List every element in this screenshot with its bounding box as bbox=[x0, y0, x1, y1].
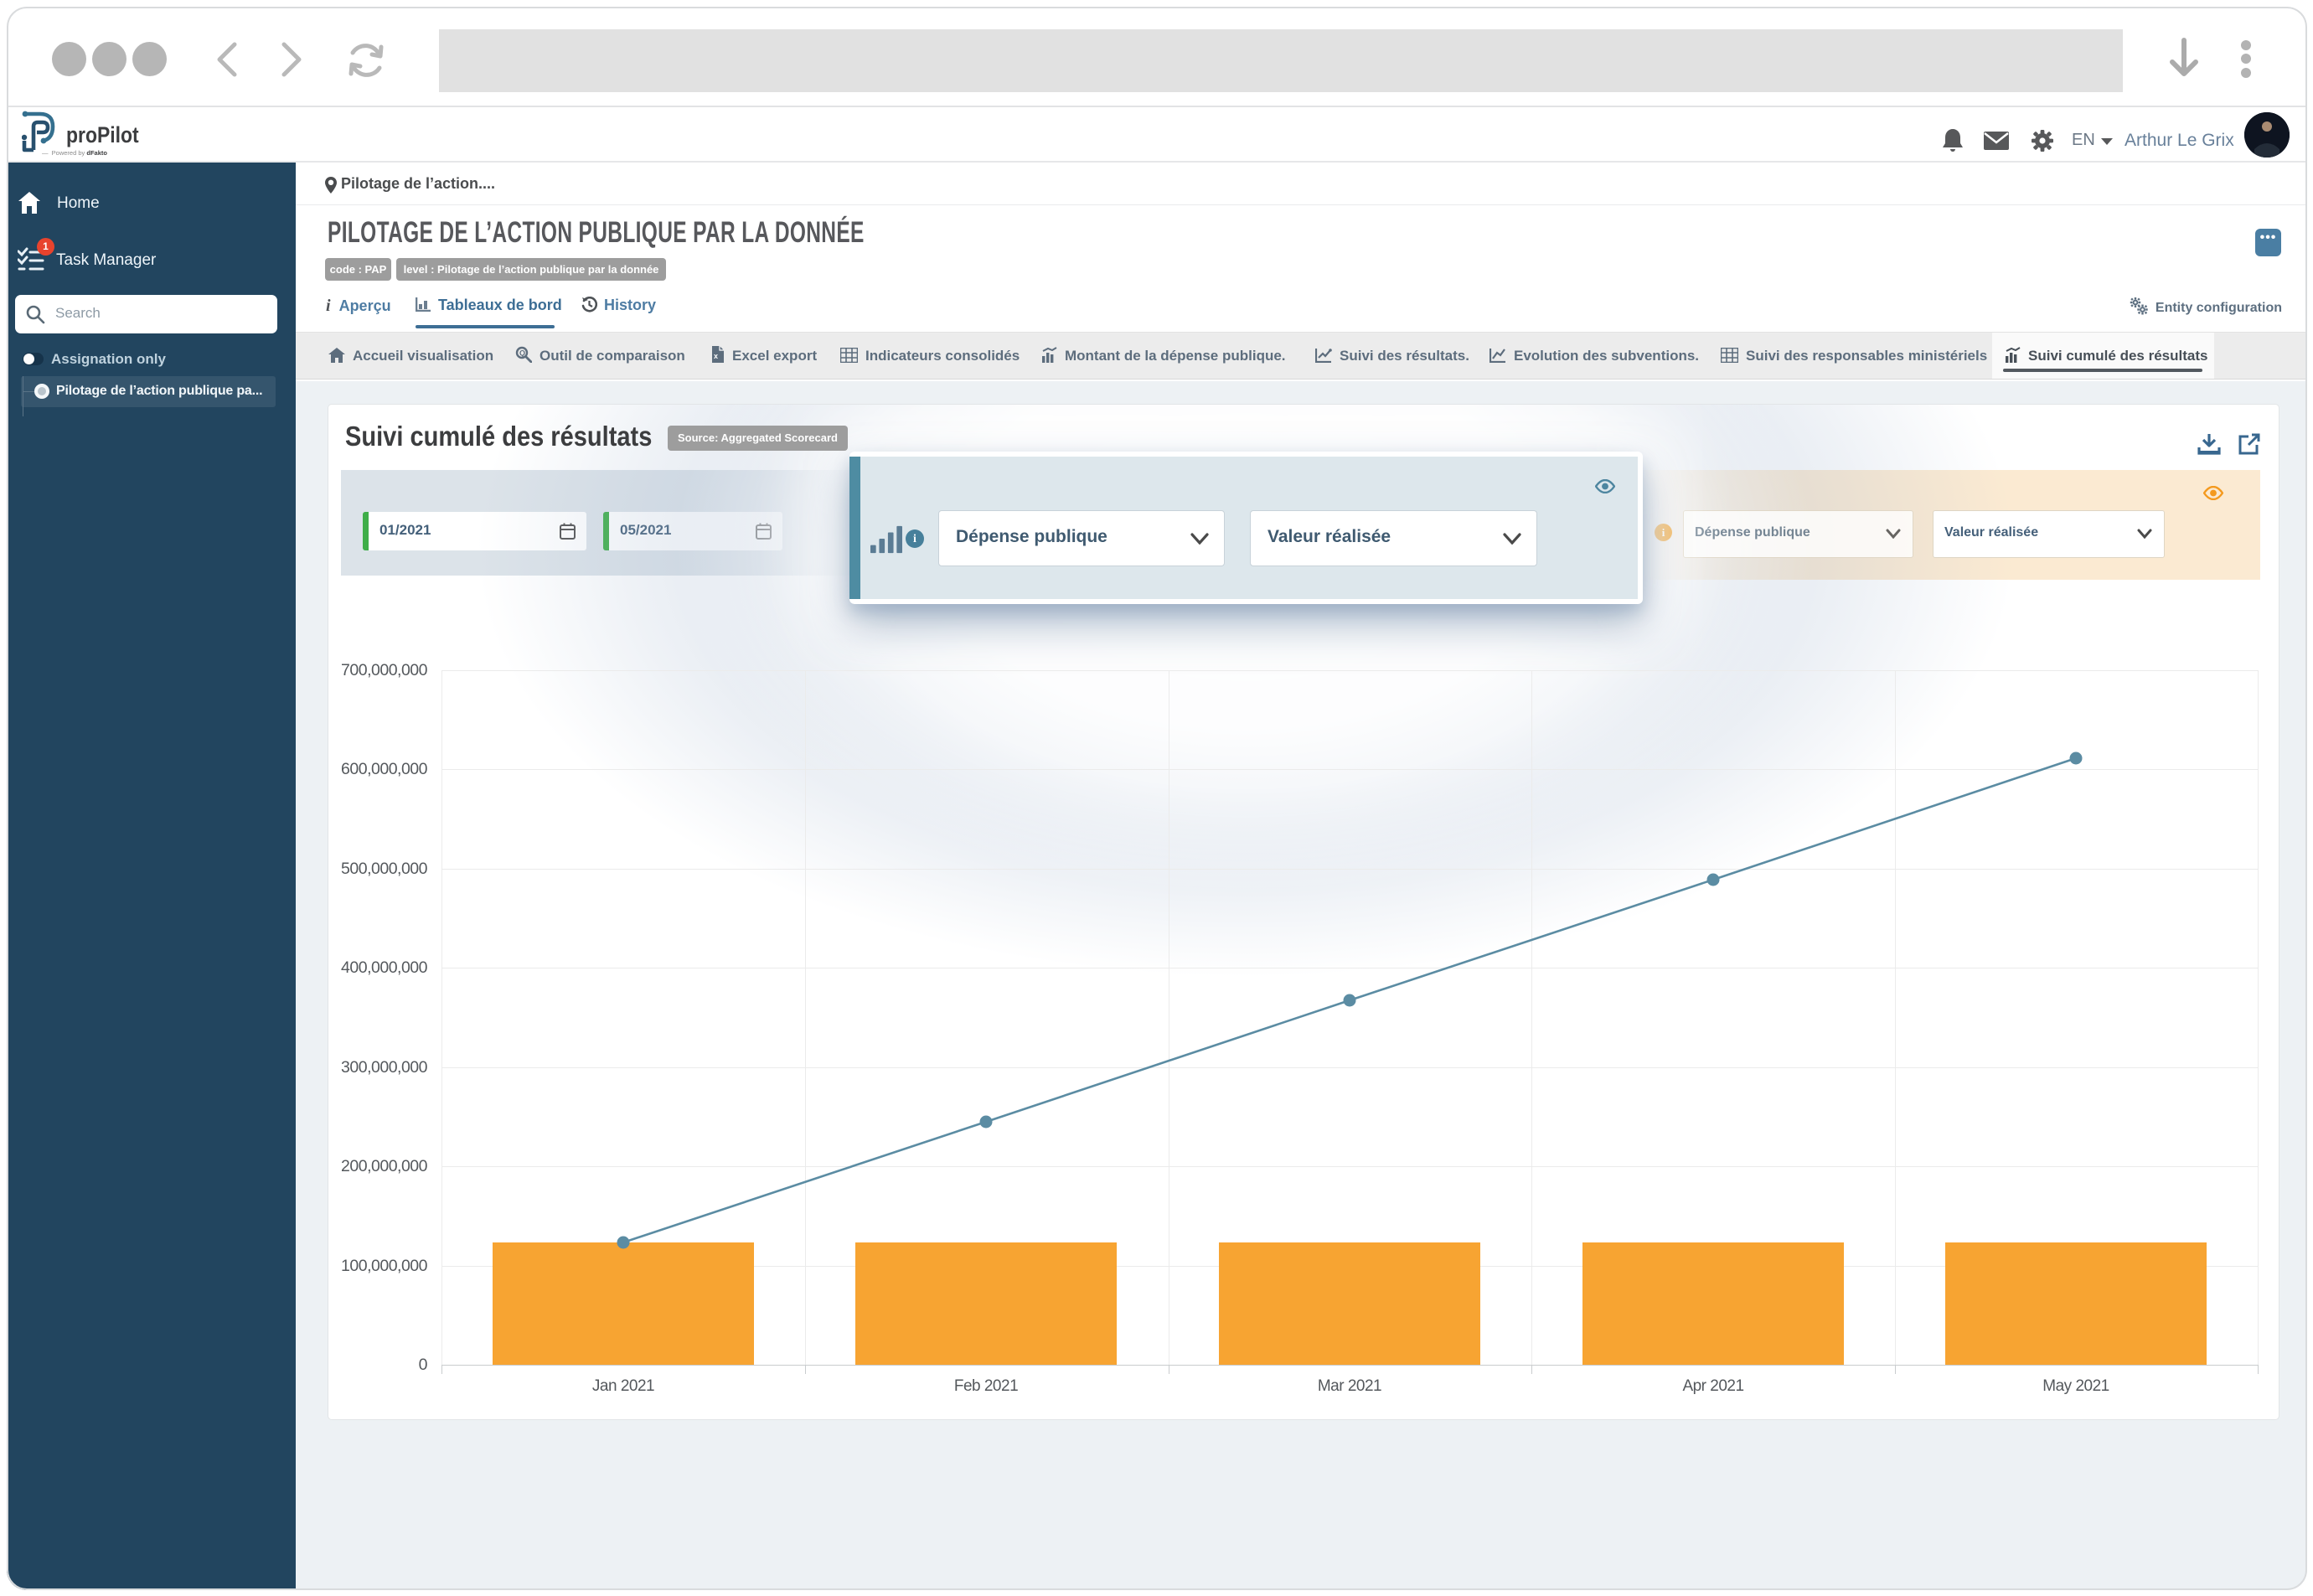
svg-text:Q: Q bbox=[519, 349, 525, 358]
svg-text:x: x bbox=[714, 352, 718, 360]
